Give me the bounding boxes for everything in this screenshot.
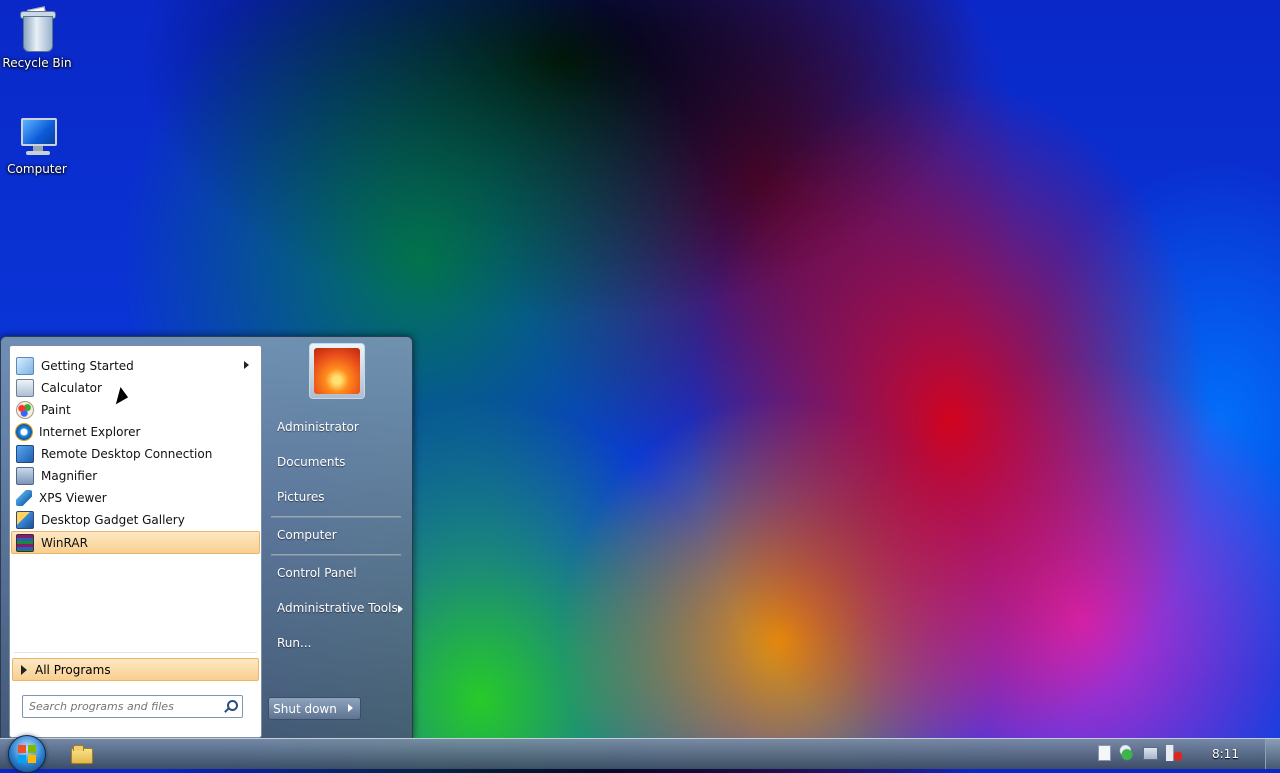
- recycle-bin-icon: [17, 6, 57, 52]
- start-menu-places-pane: Administrator Documents Pictures Compute…: [263, 337, 411, 739]
- expand-arrow-icon: [21, 664, 27, 675]
- program-label: XPS Viewer: [39, 490, 107, 505]
- desktop-icon-label: Computer: [7, 162, 67, 176]
- submenu-arrow-icon: [398, 605, 403, 613]
- calculator-icon: [16, 378, 34, 397]
- desktop-icon-label: Recycle Bin: [2, 56, 72, 70]
- link-documents[interactable]: Documents: [277, 455, 345, 469]
- places-separator: [271, 516, 401, 518]
- shutdown-button[interactable]: Shut down: [268, 697, 342, 720]
- program-label: Calculator: [41, 380, 102, 395]
- remote-desktop-icon: [16, 444, 34, 463]
- program-magnifier[interactable]: Magnifier: [12, 465, 259, 486]
- security-icon[interactable]: [1119, 745, 1135, 761]
- windows-logo-icon: [18, 745, 36, 763]
- start-search-box[interactable]: [22, 695, 243, 718]
- program-label: Remote Desktop Connection: [41, 446, 213, 461]
- program-label: WinRAR: [41, 535, 88, 550]
- link-control-panel[interactable]: Control Panel: [277, 566, 357, 580]
- program-label: Magnifier: [41, 468, 98, 483]
- action-center-icon[interactable]: [1098, 745, 1111, 761]
- program-getting-started[interactable]: Getting Started: [12, 355, 259, 376]
- program-remote-desktop[interactable]: Remote Desktop Connection: [12, 443, 259, 464]
- taskbar-clock[interactable]: 8:11: [1212, 747, 1239, 761]
- xps-viewer-icon: [16, 489, 32, 506]
- start-menu-programs-pane: Getting Started Calculator Paint Interne…: [9, 345, 262, 738]
- all-programs-button[interactable]: All Programs: [12, 658, 259, 681]
- program-winrar[interactable]: WinRAR: [11, 531, 260, 554]
- shutdown-options-button[interactable]: [340, 697, 361, 720]
- start-button[interactable]: [8, 735, 46, 773]
- network-icon[interactable]: [1143, 747, 1158, 760]
- start-menu: Getting Started Calculator Paint Interne…: [0, 336, 413, 740]
- link-computer[interactable]: Computer: [277, 528, 337, 542]
- program-label: Getting Started: [41, 358, 134, 373]
- program-paint[interactable]: Paint: [12, 399, 259, 420]
- places-separator: [271, 554, 401, 556]
- all-programs-separator: [14, 652, 257, 653]
- link-administrator[interactable]: Administrator: [277, 420, 359, 434]
- desktop-icon-computer[interactable]: Computer: [0, 114, 74, 176]
- program-xps-viewer[interactable]: XPS Viewer: [12, 487, 259, 508]
- computer-icon: [17, 114, 57, 158]
- all-programs-label: All Programs: [35, 662, 111, 677]
- search-icon[interactable]: [222, 699, 238, 715]
- windows-explorer-icon[interactable]: [70, 745, 93, 764]
- volume-muted-icon[interactable]: [1166, 745, 1182, 761]
- paint-icon: [16, 400, 34, 419]
- notification-area: [1098, 745, 1182, 761]
- search-input[interactable]: [23, 696, 222, 717]
- getting-started-icon: [16, 356, 34, 375]
- link-run[interactable]: Run...: [277, 636, 311, 650]
- program-calculator[interactable]: Calculator: [12, 377, 259, 398]
- taskbar: 8:11: [0, 735, 1280, 773]
- winrar-icon: [16, 533, 34, 552]
- program-label: Desktop Gadget Gallery: [41, 512, 185, 527]
- submenu-arrow-icon: [244, 361, 249, 369]
- program-label: Paint: [41, 402, 71, 417]
- program-gadget-gallery[interactable]: Desktop Gadget Gallery: [12, 509, 259, 530]
- desktop-icon-recycle-bin[interactable]: Recycle Bin: [0, 6, 74, 70]
- flower-picture-icon: [314, 348, 360, 394]
- gadget-gallery-icon: [16, 510, 34, 529]
- internet-explorer-icon: [16, 423, 32, 440]
- link-pictures[interactable]: Pictures: [277, 490, 325, 504]
- program-internet-explorer[interactable]: Internet Explorer: [12, 421, 259, 442]
- program-label: Internet Explorer: [39, 424, 141, 439]
- magnifier-icon: [16, 466, 34, 485]
- show-desktop-button[interactable]: [1265, 739, 1280, 769]
- link-administrative-tools[interactable]: Administrative Tools: [277, 601, 403, 615]
- user-avatar[interactable]: [309, 343, 365, 399]
- link-label: Administrative Tools: [277, 601, 398, 615]
